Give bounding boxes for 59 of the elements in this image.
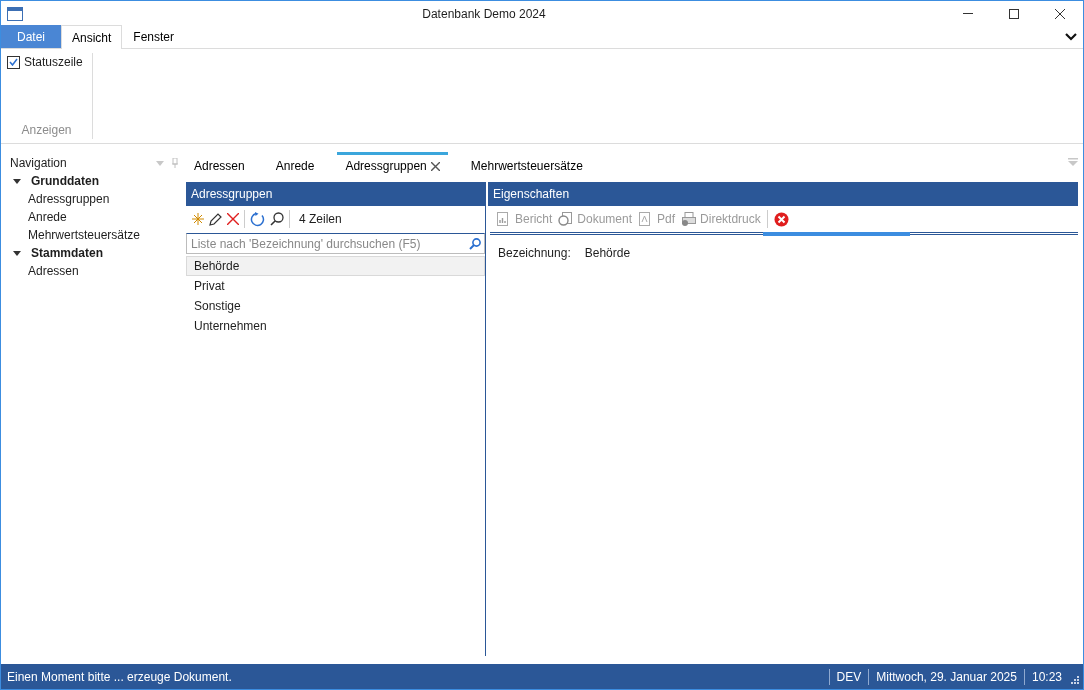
group-label: Anzeigen [20,122,73,139]
pencil-icon [209,212,222,226]
document-tab[interactable]: Adressgruppen [337,152,448,178]
panel-header: Eigenschaften [488,182,1078,206]
field-value: Behörde [584,245,631,262]
list-row[interactable]: Behörde [186,256,485,276]
search-icon [270,212,284,226]
search-icon [469,237,481,250]
close-icon [1055,8,1065,19]
tree-item[interactable]: Mehrwertsteuersätze [10,226,186,244]
delete-icon [227,213,239,225]
row-count: 4 Zeilen [299,211,342,228]
list-row[interactable]: Privat [186,276,485,296]
pin-icon [172,158,178,168]
ribbon-tab[interactable]: Fenster [122,25,186,48]
status-message: Einen Moment bitte ... erzeuge Dokument. [7,668,232,686]
tree-item[interactable]: Anrede [10,208,186,226]
checkbox[interactable]: Statuszeile [7,53,92,71]
field-label: Bezeichnung: [498,245,571,262]
minimize-icon [963,13,973,14]
tree-item[interactable]: Adressgruppen [10,190,186,208]
maximize-icon [1009,8,1019,19]
document-tab[interactable]: Mehrwertsteuersätze [462,152,591,178]
tree-group-label: Stammdaten [31,245,104,262]
error-icon [773,211,789,227]
error-button[interactable] [773,211,789,227]
tab-list-icon [1068,158,1078,166]
document-icon [558,212,575,226]
window-icon [7,6,23,21]
list-row[interactable]: Sonstige [186,296,485,316]
refresh-button[interactable] [250,211,265,227]
list-row[interactable]: Unternehmen [186,316,485,336]
navigation-title: Navigation [10,155,67,172]
tree-group[interactable]: Stammdaten [10,244,186,262]
printer-icon [681,212,698,226]
file-menu-button[interactable]: Datei [1,25,61,48]
document-tab[interactable]: Adressen [186,152,253,178]
window-title: Datenbank Demo 2024 [421,5,547,23]
tree-item[interactable]: Adressen [10,262,186,280]
tree-group-label: Grunddaten [31,173,99,190]
status-item: DEV [828,668,869,685]
chevron-down-icon [1065,33,1077,41]
document-tab[interactable]: Anrede [267,152,323,178]
refresh-icon [250,211,265,227]
ribbon-tab[interactable]: Ansicht [61,25,123,49]
panel-header: Adressgruppen [186,182,485,206]
check-icon [9,58,18,66]
delete-button[interactable] [227,213,239,225]
status-item: 10:23 [1023,668,1069,685]
status-item: Mittwoch, 29. Januar 2025 [868,668,1024,685]
resize-grip-icon [1069,675,1079,686]
tree-group[interactable]: Grunddaten [10,172,186,190]
sparkle-icon [192,213,204,225]
dropdown-arrow-icon [156,160,164,166]
search-button[interactable] [270,212,284,226]
search-field[interactable]: Liste nach 'Bezeichnung' durchsuchen (F5) [186,233,485,254]
sparkle-button[interactable] [192,213,204,225]
close-icon [430,161,440,171]
pencil-button[interactable] [209,212,222,226]
